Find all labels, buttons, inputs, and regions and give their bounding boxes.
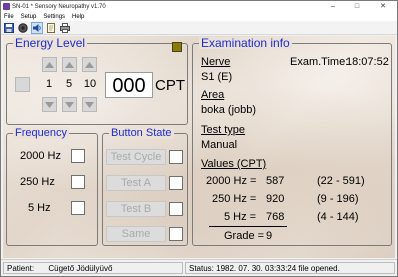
status-message: Status: 1982. 07. 30. 03:33:24 file open… [189,264,340,273]
arrow-up-icon [65,61,74,68]
energy-level-group: Energy Level 1 5 10 000 CPT [6,37,188,125]
step-1-up-button[interactable] [42,57,57,72]
menu-help[interactable]: Help [72,14,84,20]
value-2000-number: 587 [266,175,285,187]
value-250-number: 920 [266,193,285,205]
frequency-title: Frequency [13,127,69,139]
value-250-freq: 250 Hz = [212,193,257,205]
step-5-label: 5 [65,78,73,90]
grade-divider [209,226,287,227]
step-1-label: 1 [45,78,53,90]
step-10-up-button[interactable] [82,57,97,72]
step-5-up-button[interactable] [62,57,77,72]
test-b-checkbox[interactable] [169,202,183,216]
maximize-button[interactable]: □ [345,1,369,12]
nerve-value: S1 (E) [201,71,233,83]
frequency-group: Frequency 2000 Hz 250 Hz 5 Hz [6,127,98,246]
patient-name: Cügető Jödülyüvő [48,264,113,273]
document-icon [47,22,55,33]
energy-level-title: Energy Level [13,36,88,50]
menu-file[interactable]: File [4,14,14,20]
freq-5-label: 5 Hz [28,202,51,214]
button-state-group: Button State Test Cycle Test A Test B Sa… [102,127,188,246]
status-bar: Patient: Cügető Jödülyüvő Status: 1982. … [1,259,397,276]
status-cell: Status: 1982. 07. 30. 03:33:24 file open… [185,262,395,274]
save-icon [4,22,14,33]
energy-led-indicator [172,42,182,52]
close-button[interactable]: ✕ [369,1,397,12]
exam-time-value: 18:07:52 [346,56,389,68]
title-bar: SN-01 * Sensory Neuropathy v1.70 – □ ✕ [1,1,397,12]
value-5-number: 768 [266,211,285,223]
speaker-icon [33,23,41,32]
area-value: boka (jobb) [201,104,257,116]
arrow-up-icon [45,61,54,68]
grade-value: 9 [266,230,273,242]
record-button[interactable] [17,22,29,34]
nerve-label: Nerve [201,56,231,68]
value-250-range: (9 - 196) [317,193,359,205]
value-5-range: (4 - 144) [317,211,359,223]
menu-setup[interactable]: Setup [21,14,37,20]
same-button[interactable]: Same [106,226,166,242]
test-a-checkbox[interactable] [169,176,183,190]
freq-250-checkbox[interactable] [71,175,85,189]
patient-cell: Patient: Cügető Jödülyüvő [3,262,183,274]
energy-value-display: 000 [105,72,153,98]
record-icon [18,22,28,33]
document-button[interactable] [45,22,57,34]
test-cycle-checkbox[interactable] [169,150,183,164]
test-b-button[interactable]: Test B [106,201,166,217]
freq-250-label: 250 Hz [20,176,55,188]
step-10-label: 10 [83,78,97,90]
menu-settings[interactable]: Settings [43,14,65,20]
freq-2000-label: 2000 Hz [20,150,61,162]
value-5-freq: 5 Hz = [224,211,257,223]
values-label: Values (CPT) [201,158,267,170]
freq-2000-checkbox[interactable] [71,149,85,163]
grade-label: Grade = [224,230,265,242]
app-icon [3,3,10,10]
speaker-button[interactable] [31,21,43,34]
test-cycle-button[interactable]: Test Cycle [106,149,166,165]
menu-bar: File Setup Settings Help [1,12,397,21]
minimize-button[interactable]: – [321,1,345,12]
exam-time-label: Exam.Time: [290,56,349,68]
print-button[interactable] [59,22,71,34]
value-2000-range: (22 - 591) [317,175,365,187]
step-10-down-button[interactable] [82,97,97,112]
arrow-down-icon [85,101,94,108]
app-window: SN-01 * Sensory Neuropathy v1.70 – □ ✕ F… [0,0,398,277]
arrow-down-icon [65,101,74,108]
test-type-label: Test type [201,124,246,136]
freq-5-checkbox[interactable] [71,201,85,215]
examination-info-title: Examination info [199,36,292,50]
window-title: SN-01 * Sensory Neuropathy v1.70 [12,3,106,10]
energy-unit-label: CPT [155,77,185,94]
same-checkbox[interactable] [169,227,183,241]
arrow-up-icon [85,61,94,68]
arrow-down-icon [45,101,54,108]
value-2000-freq: 2000 Hz = [206,175,257,187]
energy-reset-button[interactable] [15,77,30,92]
print-icon [60,22,70,33]
save-button[interactable] [3,22,15,34]
toolbar [1,21,397,35]
step-1-down-button[interactable] [42,97,57,112]
area-label: Area [201,89,225,101]
test-a-button[interactable]: Test A [106,175,166,191]
button-state-title: Button State [109,127,174,139]
test-type-value: Manual [201,139,238,151]
examination-info-group: Examination info Nerve Exam.Time: 18:07:… [192,37,392,246]
patient-label: Patient: [7,264,35,273]
step-5-down-button[interactable] [62,97,77,112]
main-panel: Energy Level 1 5 10 000 CPT Frequency 20… [3,36,395,258]
